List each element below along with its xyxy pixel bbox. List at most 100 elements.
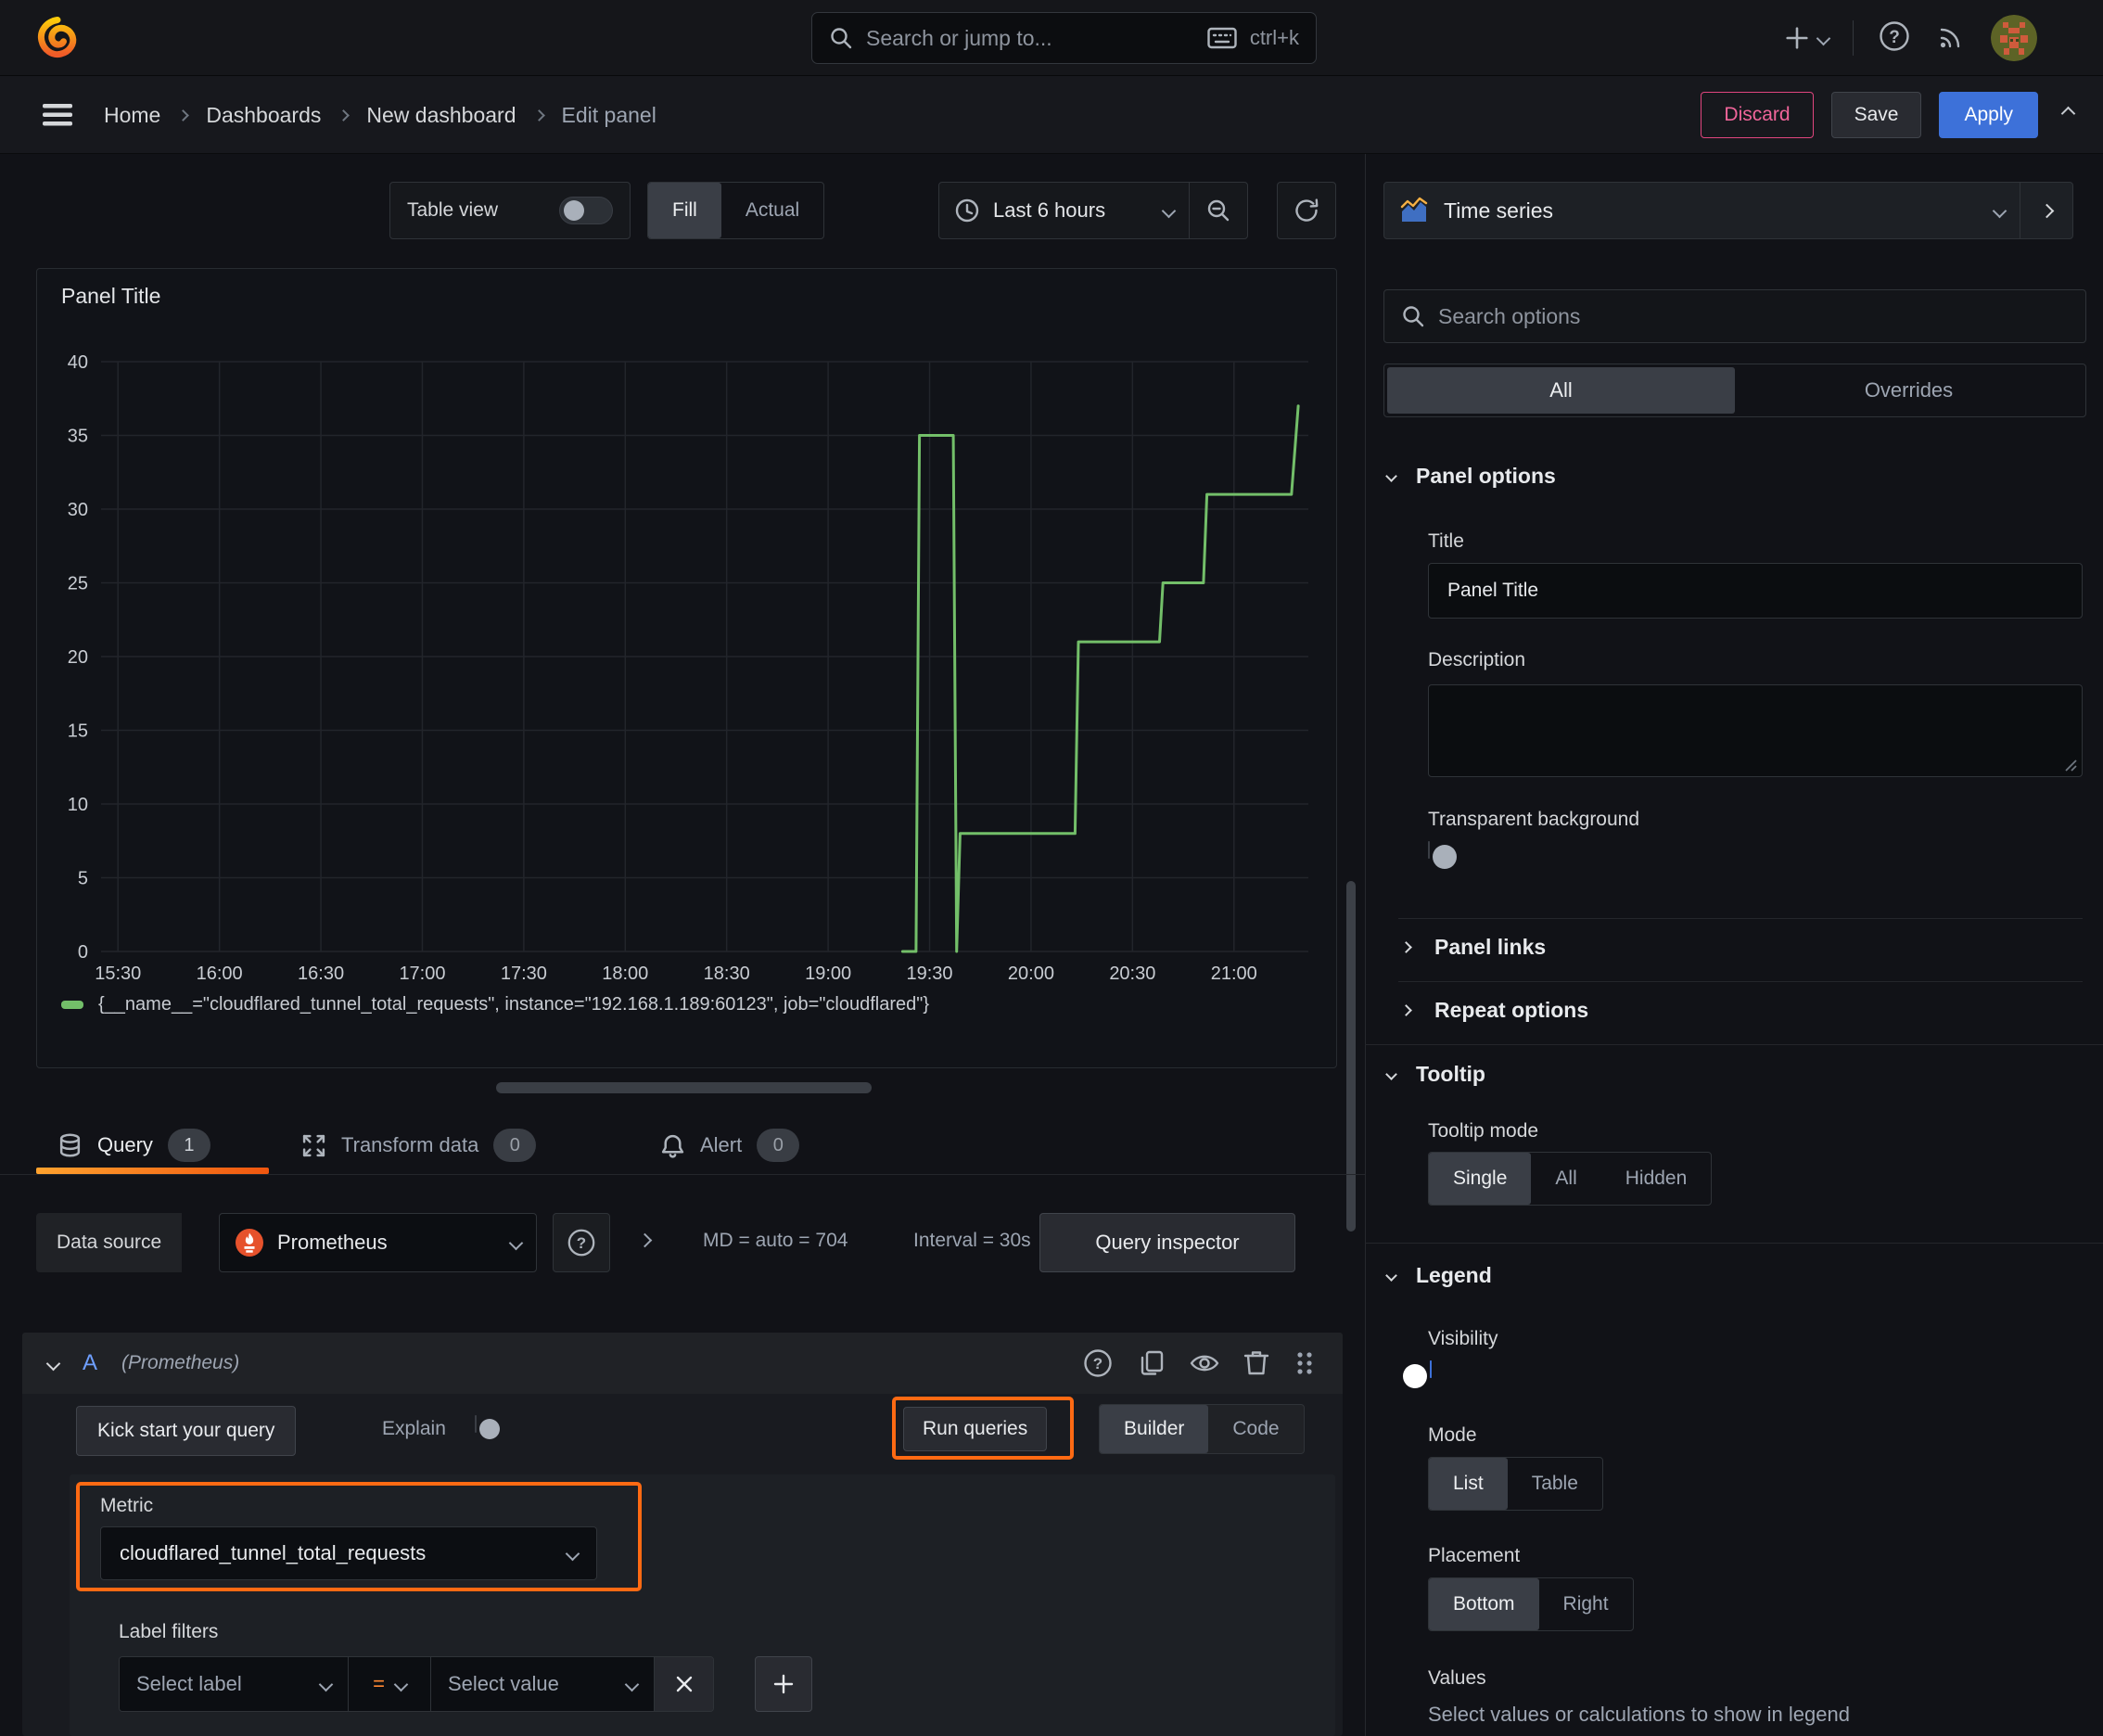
panel-title-input[interactable] xyxy=(1428,563,2083,619)
add-menu-button[interactable] xyxy=(1785,26,1831,50)
kick-start-query-button[interactable]: Kick start your query xyxy=(76,1406,297,1456)
remove-filter-button[interactable] xyxy=(654,1657,713,1711)
grafana-logo-icon[interactable] xyxy=(33,14,82,67)
transparent-background-toggle[interactable] xyxy=(1428,841,1457,869)
panel-links-header[interactable]: Panel links xyxy=(1400,935,1546,960)
title-field-label: Title xyxy=(1428,530,1464,552)
query-row-actions: ? xyxy=(1081,1347,1317,1380)
collapse-query-icon[interactable] xyxy=(45,1356,61,1371)
repeat-options-header[interactable]: Repeat options xyxy=(1400,998,1588,1023)
operator-dropdown[interactable]: = xyxy=(349,1657,430,1711)
select-value-dropdown[interactable]: Select value xyxy=(431,1657,654,1711)
delete-query-trash-icon[interactable] xyxy=(1243,1348,1270,1378)
query-row-header[interactable]: A (Prometheus) ? xyxy=(22,1333,1343,1394)
metric-highlight: Metric cloudflared_tunnel_total_requests xyxy=(76,1482,642,1591)
query-stats-interval: Interval = 30s xyxy=(913,1230,1031,1251)
run-queries-button[interactable]: Run queries xyxy=(903,1407,1048,1451)
save-button[interactable]: Save xyxy=(1830,92,1922,138)
drag-handle-icon[interactable] xyxy=(1293,1349,1317,1377)
actual-option[interactable]: Actual xyxy=(721,183,823,238)
tooltip-mode-all[interactable]: All xyxy=(1531,1153,1600,1205)
datasource-label: Data source xyxy=(57,1232,162,1253)
query-builder-area: Metric cloudflared_tunnel_total_requests… xyxy=(70,1474,1335,1736)
expand-options-button[interactable] xyxy=(637,1232,653,1250)
query-inspector-button[interactable]: Query inspector xyxy=(1039,1213,1295,1272)
tab-alert[interactable]: Alert 0 xyxy=(660,1117,800,1174)
select-label-dropdown[interactable]: Select label xyxy=(120,1657,348,1711)
close-icon xyxy=(676,1676,692,1692)
global-search[interactable]: ctrl+k xyxy=(811,12,1317,64)
metric-value: cloudflared_tunnel_total_requests xyxy=(120,1541,427,1564)
tab-all[interactable]: All xyxy=(1387,367,1735,414)
table-view-toggle[interactable] xyxy=(559,197,613,224)
help-button[interactable]: ? xyxy=(1878,19,1911,57)
open-viz-list-button[interactable] xyxy=(2020,183,2072,238)
chevron-down-icon xyxy=(393,1677,409,1691)
query-count-badge: 1 xyxy=(167,1129,210,1162)
zoom-out-icon xyxy=(1207,199,1230,222)
legend-mode-table[interactable]: Table xyxy=(1508,1458,1602,1510)
builder-option[interactable]: Builder xyxy=(1100,1405,1209,1453)
panel-options-title: Panel options xyxy=(1416,464,1556,488)
legend-visibility-toggle[interactable] xyxy=(1403,1360,1432,1388)
tooltip-mode-single[interactable]: Single xyxy=(1429,1153,1532,1205)
sidebar-divider xyxy=(1365,154,1366,1736)
legend-series-label[interactable]: {__name__="cloudflared_tunnel_total_requ… xyxy=(98,994,929,1015)
horizontal-scrollbar-thumb[interactable] xyxy=(496,1082,872,1093)
discard-button[interactable]: Discard xyxy=(1701,92,1814,138)
chart-legend[interactable]: {__name__="cloudflared_tunnel_total_requ… xyxy=(61,994,929,1015)
legend-placement-right[interactable]: Right xyxy=(1539,1578,1633,1630)
legend-mode-list[interactable]: List xyxy=(1429,1458,1508,1510)
add-filter-button[interactable] xyxy=(755,1656,812,1712)
tooltip-mode-switch: Single All Hidden xyxy=(1428,1152,1713,1206)
alert-count-badge: 0 xyxy=(757,1129,800,1162)
panel-options-header[interactable]: Panel options xyxy=(1385,464,1556,489)
fill-option[interactable]: Fill xyxy=(648,183,721,238)
query-help-icon[interactable]: ? xyxy=(1081,1347,1115,1380)
vertical-scrollbar-thumb[interactable] xyxy=(1346,881,1356,1232)
tab-query[interactable]: Query 1 xyxy=(57,1117,210,1174)
legend-section-header[interactable]: Legend xyxy=(1385,1263,1492,1288)
datasource-help-button[interactable]: ? xyxy=(553,1213,610,1272)
apply-button[interactable]: Apply xyxy=(1939,92,2038,138)
prometheus-icon xyxy=(236,1229,263,1257)
panel-title[interactable]: Panel Title xyxy=(61,284,160,309)
breadcrumb-item-home[interactable]: Home xyxy=(104,103,160,128)
time-range-picker[interactable]: Last 6 hours xyxy=(939,198,1189,223)
time-series-chart[interactable]: 0 5 10 15 20 25 30 35 40 15:30 16:00 16:30 17:00 17:3… xyxy=(37,325,1336,985)
description-textarea[interactable] xyxy=(1428,684,2083,777)
zoom-out-time-button[interactable] xyxy=(1190,198,1247,223)
time-series-viz-icon xyxy=(1400,197,1428,222)
news-rss-button[interactable] xyxy=(1935,20,1967,57)
options-search[interactable] xyxy=(1383,289,2086,343)
chevron-down-icon xyxy=(318,1677,334,1691)
svg-text:?: ? xyxy=(1889,28,1900,47)
tab-transform-data[interactable]: Transform data 0 xyxy=(301,1117,537,1174)
chevron-right-icon xyxy=(2039,203,2054,218)
search-icon xyxy=(831,28,852,49)
tooltip-section-header[interactable]: Tooltip xyxy=(1385,1062,1485,1087)
breadcrumb-item-dashboards[interactable]: Dashboards xyxy=(206,103,321,128)
duplicate-query-icon[interactable] xyxy=(1137,1348,1166,1378)
user-avatar[interactable] xyxy=(1991,15,2037,61)
tab-overrides[interactable]: Overrides xyxy=(1735,367,2083,414)
explain-toggle[interactable] xyxy=(475,1415,500,1439)
chevron-down-icon xyxy=(1385,1270,1397,1282)
visualization-select[interactable]: Time series xyxy=(1384,183,2020,238)
visualization-name: Time series xyxy=(1444,198,1553,223)
datasource-picker[interactable]: Prometheus xyxy=(219,1213,537,1272)
legend-placement-switch: Bottom Right xyxy=(1428,1577,1634,1631)
resize-handle-icon[interactable] xyxy=(2063,758,2078,772)
legend-placement-bottom[interactable]: Bottom xyxy=(1429,1578,1539,1630)
options-search-input[interactable] xyxy=(1438,303,2069,329)
top-nav: ctrl+k ? xyxy=(0,0,2103,76)
refresh-button[interactable] xyxy=(1277,182,1336,239)
tooltip-mode-hidden[interactable]: Hidden xyxy=(1601,1153,1712,1205)
breadcrumb-item-new-dashboard[interactable]: New dashboard xyxy=(366,103,516,128)
collapse-options-pane-button[interactable] xyxy=(2056,106,2081,123)
code-option[interactable]: Code xyxy=(1208,1405,1303,1453)
hide-response-eye-icon[interactable] xyxy=(1189,1347,1220,1379)
global-search-input[interactable] xyxy=(866,25,1194,51)
mega-menu-button[interactable] xyxy=(41,102,74,133)
metric-select[interactable]: cloudflared_tunnel_total_requests xyxy=(100,1526,597,1580)
